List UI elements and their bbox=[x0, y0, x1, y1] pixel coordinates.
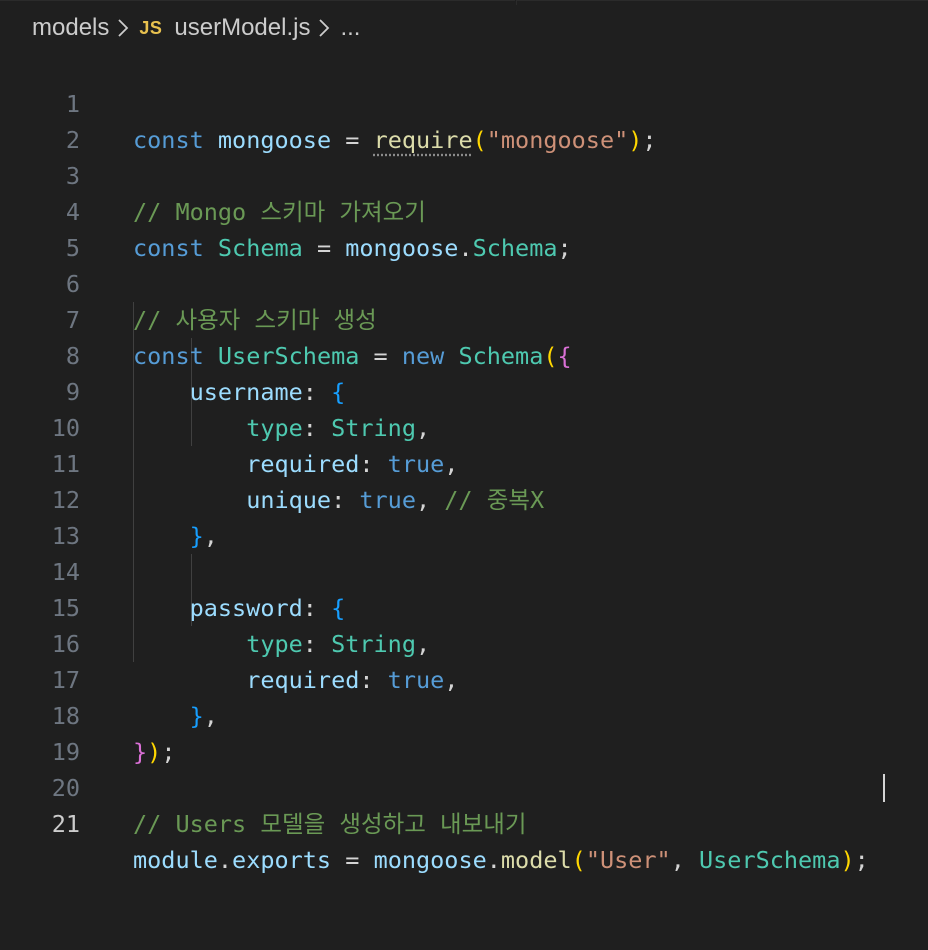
code-line[interactable]: 10 required: true, bbox=[0, 374, 928, 478]
code-line[interactable]: 3 // Mongo 스키마 가져오기 bbox=[0, 122, 928, 226]
code-line[interactable]: 16 required: true, bbox=[0, 590, 928, 694]
code-line[interactable]: 7 const UserSchema = new Schema({ bbox=[0, 266, 928, 370]
breadcrumb: models JS userModel.js ... bbox=[32, 12, 360, 44]
code-line[interactable]: 2 bbox=[0, 86, 928, 154]
code-line[interactable]: 15 type: String, bbox=[0, 554, 928, 658]
code-line[interactable]: 17 }, bbox=[0, 626, 928, 730]
code-line-active[interactable]: 21 module.exports = mongoose.model("User… bbox=[0, 770, 928, 874]
code-line[interactable]: 6 // 사용자 스키마 생성 bbox=[0, 230, 928, 334]
code-editor[interactable]: 1 const mongoose = require("mongoose"); … bbox=[0, 50, 928, 874]
code-comment: // Users 모델을 생성하고 내보내기 bbox=[133, 810, 527, 838]
code-line[interactable]: 9 type: String, bbox=[0, 338, 928, 442]
code-line[interactable]: 8 username: { bbox=[0, 302, 928, 406]
javascript-file-icon: JS bbox=[139, 17, 163, 38]
tab-edge-left bbox=[0, 0, 515, 5]
text-cursor bbox=[883, 774, 885, 802]
code-line[interactable]: 18 }); bbox=[0, 662, 928, 766]
tab-edge-right bbox=[516, 0, 928, 5]
code-line[interactable]: 13 bbox=[0, 482, 928, 550]
chevron-right-icon bbox=[117, 18, 129, 38]
breadcrumb-symbol[interactable]: ... bbox=[340, 14, 360, 42]
line-number: 21 bbox=[51, 810, 80, 838]
code-line[interactable]: 12 }, bbox=[0, 446, 928, 550]
code-line[interactable]: 1 const mongoose = require("mongoose"); bbox=[0, 50, 928, 154]
code-line[interactable]: 11 unique: true, // 중복X bbox=[0, 410, 928, 514]
code-line[interactable]: 19 bbox=[0, 698, 928, 766]
breadcrumb-folder[interactable]: models bbox=[32, 14, 109, 42]
code-line[interactable]: 4 const Schema = mongoose.Schema; bbox=[0, 158, 928, 262]
breadcrumb-file[interactable]: userModel.js bbox=[174, 14, 310, 42]
code-line[interactable]: 20 // Users 모델을 생성하고 내보내기 bbox=[0, 734, 928, 838]
code-line[interactable]: 14 password: { bbox=[0, 518, 928, 622]
string-literal: "User" bbox=[585, 846, 671, 874]
code-text: module.exports = mongoose.model("User", … bbox=[133, 846, 869, 874]
code-line[interactable]: 5 bbox=[0, 194, 928, 262]
chevron-right-icon bbox=[318, 18, 330, 38]
tab-bar-edge bbox=[0, 0, 928, 5]
